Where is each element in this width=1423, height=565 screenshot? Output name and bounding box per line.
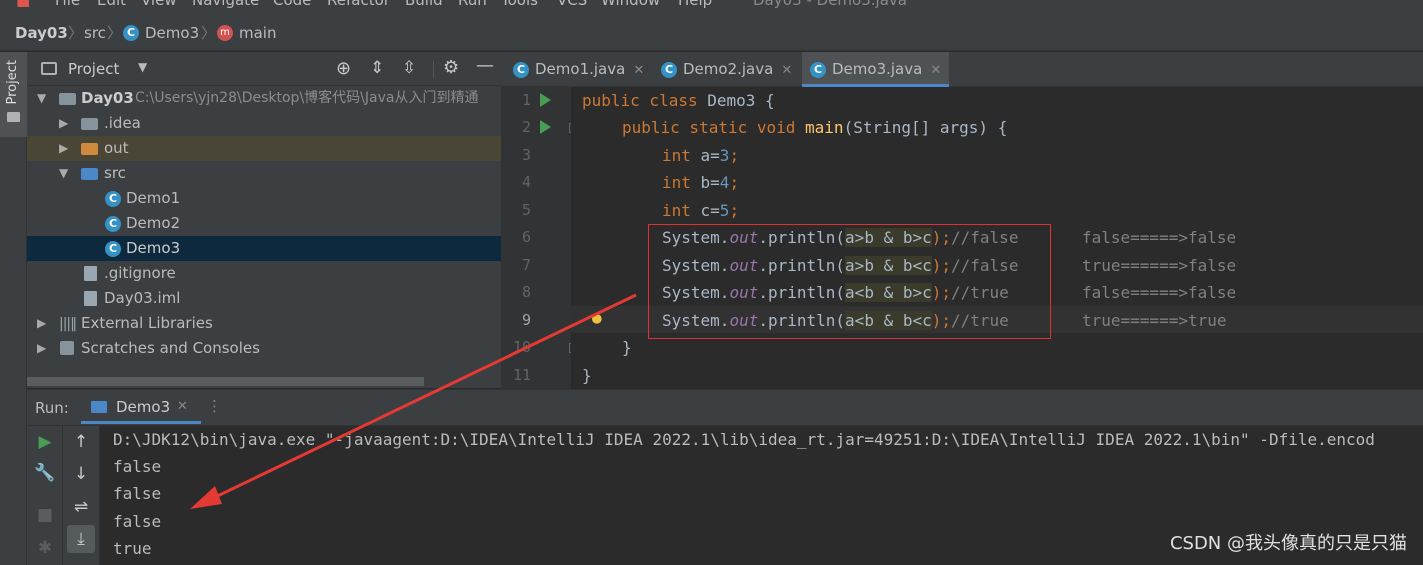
- annotation-arrow: [190, 293, 637, 509]
- arrow-line: [204, 293, 637, 504]
- watermark: CSDN @我头像真的只是只猫: [1169, 533, 1407, 554]
- arrow-head: [190, 486, 222, 509]
